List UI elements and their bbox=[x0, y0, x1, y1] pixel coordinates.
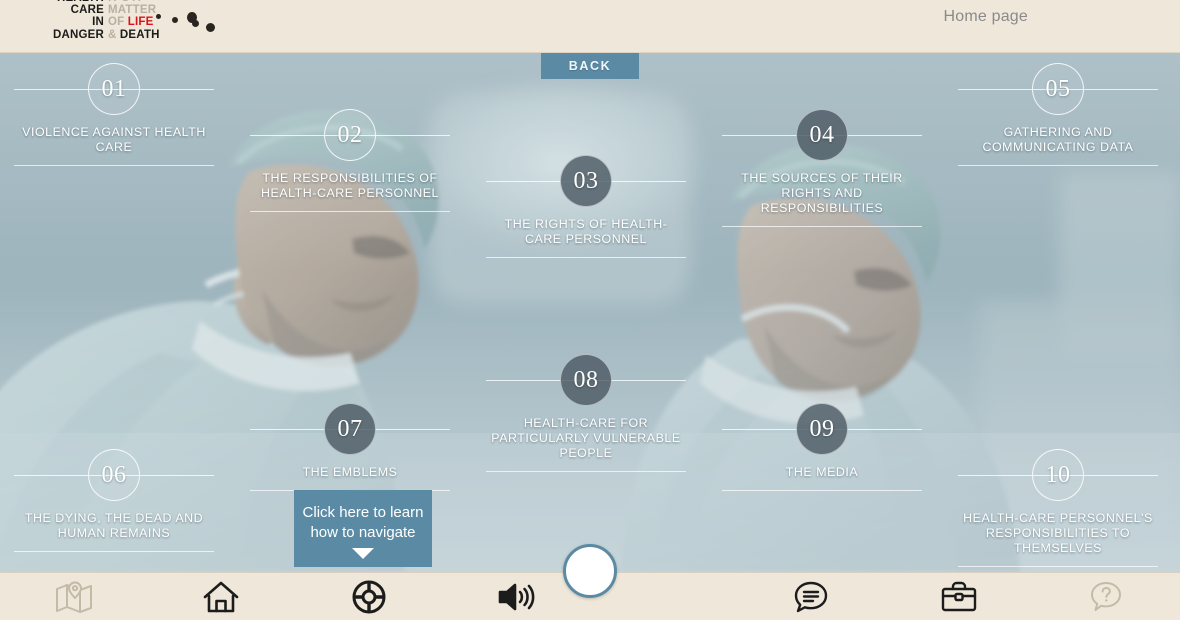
lifering-icon bbox=[352, 580, 386, 614]
briefcase-button[interactable] bbox=[885, 573, 1033, 620]
logo-line2-left: CARE bbox=[70, 4, 104, 17]
topic-underline bbox=[250, 211, 450, 212]
topic-number: 08 bbox=[560, 354, 612, 406]
topic-04-sources-of-rights-and-responsibilities[interactable]: 04 THE SOURCES OF THEIR RIGHTS AND RESPO… bbox=[722, 108, 922, 227]
bullet-holes-decoration bbox=[148, 6, 218, 38]
topic-number: 01 bbox=[88, 63, 140, 115]
home-circle-button[interactable] bbox=[563, 544, 617, 598]
topic-label: HEALTH-CARE FOR PARTICULARLY VULNERABLE … bbox=[491, 416, 681, 460]
logo-line3-left: IN bbox=[92, 16, 104, 29]
topic-underline bbox=[958, 566, 1158, 567]
topic-label: THE EMBLEMS bbox=[302, 465, 398, 479]
navigation-help-tooltip[interactable]: Click here to learn how to navigate bbox=[294, 490, 432, 567]
help-question-icon bbox=[1089, 580, 1123, 614]
logo-line4-left: DANGER bbox=[52, 28, 104, 41]
main-stage: BACK 01 VIOLENCE AGAINST HEALTH CARE 02 … bbox=[0, 53, 1180, 572]
comment-button[interactable] bbox=[738, 573, 886, 620]
topic-underline bbox=[486, 471, 686, 472]
topic-number: 05 bbox=[1032, 63, 1084, 115]
sound-icon bbox=[496, 581, 536, 613]
logo-line3-of: OF bbox=[108, 16, 128, 29]
home-icon bbox=[202, 580, 240, 614]
briefcase-icon bbox=[940, 580, 978, 614]
tooltip-caret-icon bbox=[352, 548, 374, 559]
topic-03-rights-of-health-care-personnel[interactable]: 03 THE RIGHTS OF HEALTH-CARE PERSONNEL bbox=[486, 154, 686, 258]
topic-underline bbox=[722, 490, 922, 491]
map-icon bbox=[54, 579, 94, 615]
topic-underline bbox=[486, 257, 686, 258]
topic-label: THE DYING, THE DEAD AND HUMAN REMAINS bbox=[24, 511, 204, 540]
topic-07-the-emblems[interactable]: 07 THE EMBLEMS bbox=[250, 402, 450, 491]
topic-label: THE RESPONSIBILITIES OF HEALTH-CARE PERS… bbox=[261, 171, 439, 200]
topic-underline bbox=[14, 165, 214, 166]
topic-label: THE SOURCES OF THEIR RIGHTS AND RESPONSI… bbox=[741, 171, 903, 215]
topic-10-personnels-responsibilities-to-themselves[interactable]: 10 HEALTH-CARE PERSONNEL'S RESPONSIBILIT… bbox=[958, 448, 1158, 567]
topic-number: 10 bbox=[1032, 449, 1084, 501]
comment-icon bbox=[793, 580, 829, 614]
topic-number: 04 bbox=[796, 109, 848, 161]
help-button[interactable] bbox=[1033, 573, 1180, 620]
home-page-link[interactable]: Home page bbox=[943, 8, 1028, 26]
topic-number: 07 bbox=[324, 403, 376, 455]
topic-05-gathering-and-communicating-data[interactable]: 05 GATHERING AND COMMUNICATING DATA bbox=[958, 62, 1158, 166]
topic-number: 03 bbox=[560, 155, 612, 207]
topic-01-violence-against-health-care[interactable]: 01 VIOLENCE AGAINST HEALTH CARE bbox=[14, 62, 214, 166]
topic-number: 06 bbox=[88, 449, 140, 501]
back-button[interactable]: BACK bbox=[541, 53, 639, 79]
topic-label: GATHERING AND COMMUNICATING DATA bbox=[982, 125, 1134, 154]
topic-label: HEALTH-CARE PERSONNEL'S RESPONSIBILITIES… bbox=[963, 511, 1153, 555]
lifering-button[interactable] bbox=[295, 573, 443, 620]
application-root: HEALTHIT'S A CAREMATTER INOF LIFE DANGER… bbox=[0, 0, 1180, 620]
topic-06-dying-dead-and-human-remains[interactable]: 06 THE DYING, THE DEAD AND HUMAN REMAINS bbox=[14, 448, 214, 552]
topic-label: THE RIGHTS OF HEALTH-CARE PERSONNEL bbox=[504, 217, 668, 246]
topic-number: 09 bbox=[796, 403, 848, 455]
topic-underline bbox=[14, 551, 214, 552]
topic-underline bbox=[722, 226, 922, 227]
topic-label: VIOLENCE AGAINST HEALTH CARE bbox=[22, 125, 206, 154]
home-button[interactable] bbox=[148, 573, 296, 620]
logo-line4-amp: & bbox=[108, 28, 117, 41]
topic-09-the-media[interactable]: 09 THE MEDIA bbox=[722, 402, 922, 491]
header-bar: HEALTHIT'S A CAREMATTER INOF LIFE DANGER… bbox=[0, 0, 1180, 53]
topic-08-health-care-for-vulnerable-people[interactable]: 08 HEALTH-CARE FOR PARTICULARLY VULNERAB… bbox=[486, 353, 686, 472]
topic-number: 02 bbox=[324, 109, 376, 161]
topic-label: THE MEDIA bbox=[785, 465, 859, 479]
topic-underline bbox=[958, 165, 1158, 166]
tooltip-text: Click here to learn how to navigate bbox=[302, 504, 424, 541]
topic-02-responsibilities-of-health-care-personnel[interactable]: 02 THE RESPONSIBILITIES OF HEALTH-CARE P… bbox=[250, 108, 450, 212]
map-button[interactable] bbox=[0, 573, 148, 620]
